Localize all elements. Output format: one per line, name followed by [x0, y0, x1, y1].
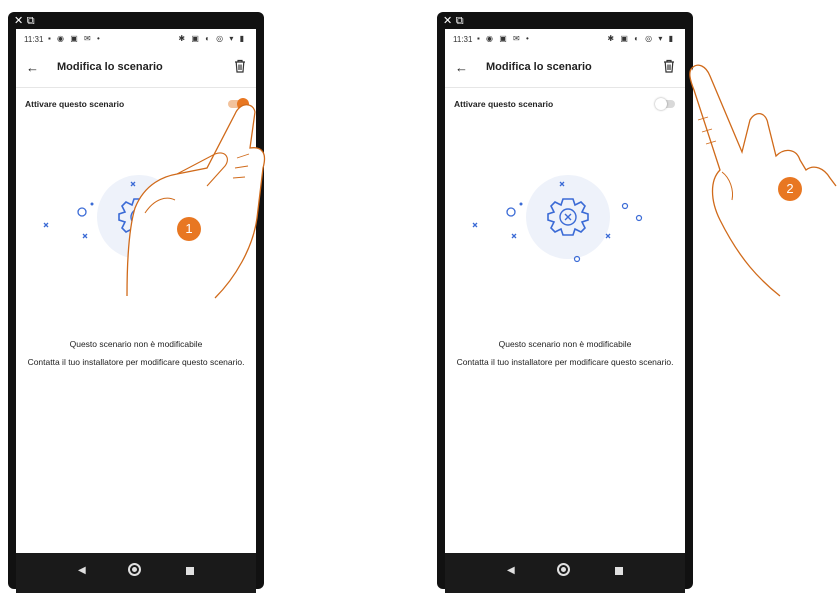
notification-icons: ▪ ◉ ▣ ✉ •	[48, 34, 102, 43]
back-arrow-icon[interactable]: ←	[26, 60, 39, 75]
contact-installer-message: Contatta il tuo installatore per modific…	[27, 357, 245, 367]
not-editable-message: Questo scenario non è modificabile	[498, 339, 632, 349]
nav-back-icon[interactable]: ◀	[507, 565, 515, 576]
back-arrow-icon[interactable]: ←	[455, 60, 468, 75]
activate-scenario-label: Attivare questo scenario	[454, 99, 554, 109]
nav-home-icon[interactable]	[128, 563, 141, 576]
android-nav-bar: ◀	[445, 553, 685, 593]
not-editable-message: Questo scenario non è modificabile	[69, 339, 203, 349]
step-badge-1: 1	[177, 217, 201, 241]
trash-icon[interactable]	[234, 59, 246, 78]
nav-home-icon[interactable]	[557, 563, 570, 576]
app-bar: ← Modifica lo scenario	[445, 53, 685, 83]
activate-scenario-toggle[interactable]	[655, 98, 675, 110]
app-bar: ← Modifica lo scenario	[16, 53, 256, 83]
nav-recent-icon[interactable]	[615, 567, 623, 575]
contact-installer-message: Contatta il tuo installatore per modific…	[456, 357, 674, 367]
tapping-hand-icon	[689, 64, 837, 297]
status-time: 11:31	[453, 35, 473, 44]
status-bar: 11:31 ▪ ◉ ▣ ✉ • ✱ ▣ ◐ ◎ ▾ ▮	[16, 29, 256, 51]
nav-back-icon[interactable]: ◀	[78, 565, 86, 576]
activate-scenario-row: Attivare questo scenario	[445, 88, 685, 122]
system-icons: ✱ ▣ ◐ ◎ ▾ ▮	[178, 34, 246, 43]
app-screen: 11:31 ▪ ◉ ▣ ✉ • ✱ ▣ ◐ ◎ ▾ ▮ ← Modifica l…	[445, 29, 685, 593]
status-time: 11:31	[24, 35, 44, 44]
system-icons: ✱ ▣ ◐ ◎ ▾ ▮	[607, 34, 675, 43]
page-title: Modifica lo scenario	[57, 61, 163, 73]
window-controls-icon: ✕ ⧉	[14, 14, 35, 27]
scenario-gear-illustration	[472, 175, 643, 263]
step-badge-2: 2	[778, 177, 802, 201]
nav-recent-icon[interactable]	[186, 567, 194, 575]
page-title: Modifica lo scenario	[486, 61, 592, 73]
tapping-hand-icon	[126, 104, 266, 299]
android-nav-bar: ◀	[16, 553, 256, 593]
notification-icons: ▪ ◉ ▣ ✉ •	[477, 34, 531, 43]
window-controls-icon: ✕ ⧉	[443, 14, 464, 27]
activate-scenario-label: Attivare questo scenario	[25, 99, 125, 109]
trash-icon[interactable]	[663, 59, 675, 78]
status-bar: 11:31 ▪ ◉ ▣ ✉ • ✱ ▣ ◐ ◎ ▾ ▮	[445, 29, 685, 51]
phone-screenshot-2: ✕ ⧉ 11:31 ▪ ◉ ▣ ✉ • ✱ ▣ ◐ ◎ ▾ ▮ ← Modifi…	[437, 12, 693, 593]
